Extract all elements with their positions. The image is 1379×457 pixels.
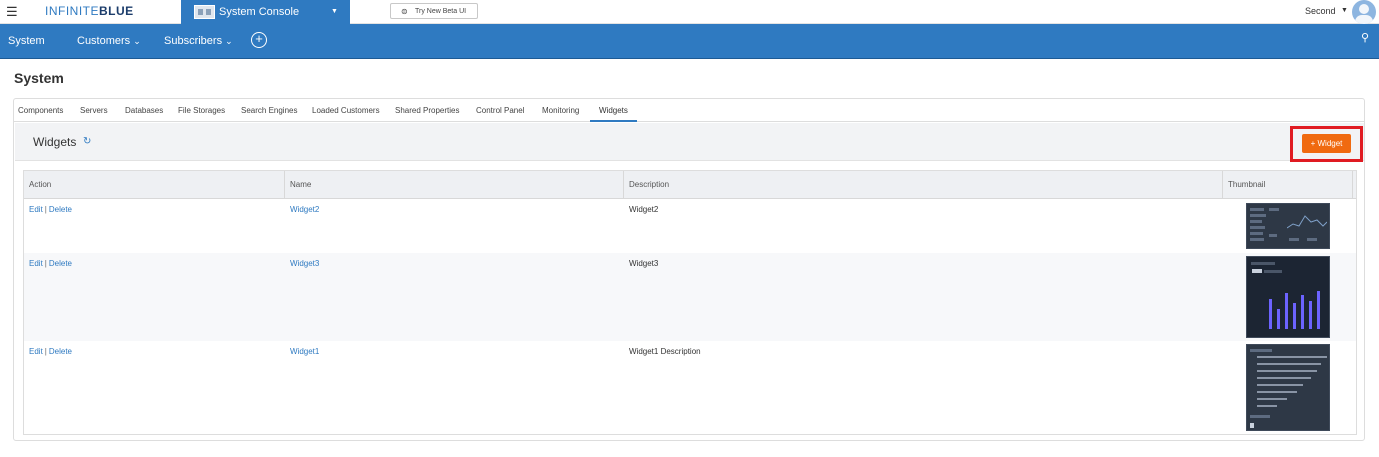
tab-components[interactable]: Components: [18, 106, 63, 116]
tab-file-storages[interactable]: File Storages: [178, 106, 225, 116]
column-header-name: Name: [285, 171, 624, 199]
delete-link[interactable]: Delete: [49, 205, 72, 214]
tab-control-panel[interactable]: Control Panel: [476, 106, 524, 116]
section-title: Widgets: [33, 135, 77, 149]
chevron-down-icon: ⌄: [133, 36, 141, 46]
line-chart-icon: [1287, 215, 1327, 229]
dashboard-thumbnail[interactable]: [1246, 203, 1330, 249]
add-nav-icon[interactable]: +: [251, 32, 267, 48]
row-actions: Edit | Delete: [29, 259, 72, 268]
tab-loaded-customers[interactable]: Loaded Customers: [312, 106, 380, 116]
edit-link[interactable]: Edit: [29, 205, 43, 214]
user-name[interactable]: Second: [1305, 6, 1336, 16]
add-widget-button[interactable]: + Widget: [1302, 134, 1351, 153]
widget-description: Widget3: [629, 259, 659, 268]
nav-item-subscribers[interactable]: Subscribers ⌄: [164, 35, 233, 48]
console-icon: [194, 5, 215, 19]
try-beta-button[interactable]: ⊜ Try New Beta UI: [390, 3, 478, 19]
refresh-icon[interactable]: ↻: [83, 136, 91, 147]
caret-down-icon[interactable]: ▼: [1341, 7, 1348, 14]
caret-down-icon: ▼: [331, 8, 338, 15]
widget-name-link[interactable]: Widget2: [290, 205, 319, 215]
widget-description: Widget2: [629, 205, 659, 214]
tab-search-engines[interactable]: Search Engines: [241, 106, 297, 116]
table-header: Action Name Description Thumbnail: [24, 171, 1356, 199]
tab-databases[interactable]: Databases: [125, 106, 163, 116]
avatar[interactable]: [1352, 0, 1376, 24]
widget-name-link[interactable]: Widget1: [290, 347, 319, 357]
brand-logo[interactable]: INFINITEBLUE: [45, 5, 134, 18]
table-row: Edit | Delete Widget1 Widget1 Description: [24, 341, 1356, 434]
widget-name-link[interactable]: Widget3: [290, 259, 319, 269]
bar-chart-thumbnail[interactable]: [1246, 256, 1330, 338]
chevron-down-icon: ⌄: [225, 36, 233, 46]
section-header: Widgets ↻ + Widget: [15, 123, 1364, 162]
row-actions: Edit | Delete: [29, 347, 72, 356]
tab-bar: Components Servers Databases File Storag…: [14, 99, 1364, 122]
tab-shared-properties[interactable]: Shared Properties: [395, 106, 459, 116]
search-icon[interactable]: ⚲: [1361, 31, 1369, 44]
content-panel: Components Servers Databases File Storag…: [13, 98, 1365, 441]
app-title: System Console: [219, 6, 300, 18]
column-header-thumbnail: Thumbnail: [1223, 171, 1353, 199]
table-row: Edit | Delete Widget3 Widget3: [24, 253, 1356, 341]
edit-link[interactable]: Edit: [29, 259, 43, 268]
active-tab-indicator: [590, 120, 637, 122]
page-title: System: [14, 70, 64, 86]
top-bar: ☰ INFINITEBLUE System Console ▼ ⊜ Try Ne…: [0, 0, 1379, 24]
widget-description: Widget1 Description: [629, 347, 701, 356]
delete-link[interactable]: Delete: [49, 259, 72, 268]
widgets-table: Action Name Description Thumbnail Edit | D…: [23, 170, 1357, 435]
tab-monitoring[interactable]: Monitoring: [542, 106, 579, 116]
tab-widgets[interactable]: Widgets: [599, 106, 628, 116]
nav-item-customers[interactable]: Customers ⌄: [77, 35, 141, 48]
row-actions: Edit | Delete: [29, 205, 72, 214]
edit-link[interactable]: Edit: [29, 347, 43, 356]
list-thumbnail[interactable]: [1246, 344, 1330, 431]
column-header-action: Action: [24, 171, 285, 199]
table-row: Edit | Delete Widget2 Widget2: [24, 199, 1356, 253]
tab-servers[interactable]: Servers: [80, 106, 108, 116]
delete-link[interactable]: Delete: [49, 347, 72, 356]
toggle-icon: ⊜: [401, 7, 408, 16]
app-switcher[interactable]: System Console ▼: [181, 0, 350, 24]
main-nav: System Customers ⌄ Subscribers ⌄ + ⚲: [0, 24, 1379, 59]
hamburger-menu-icon[interactable]: ☰: [6, 5, 18, 18]
nav-item-system[interactable]: System: [8, 35, 45, 48]
column-header-description: Description: [624, 171, 1223, 199]
